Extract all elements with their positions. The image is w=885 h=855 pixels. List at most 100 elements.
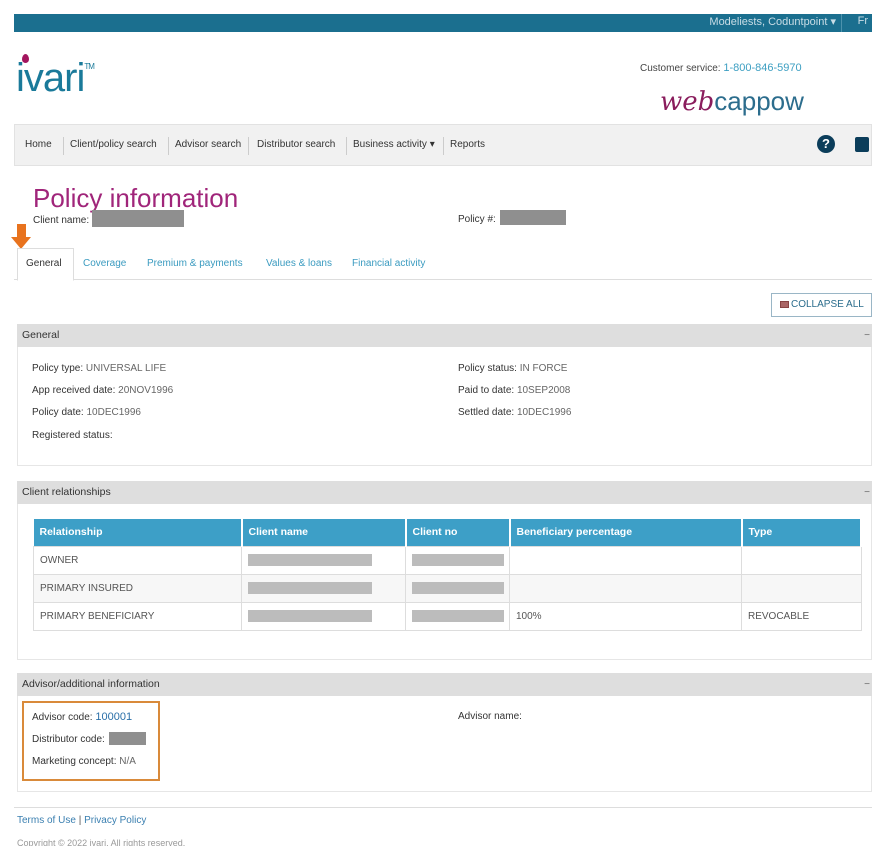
- top-bar-divider: [841, 14, 842, 32]
- policy-date-value: 10DEC1996: [86, 407, 141, 418]
- type-cell: REVOCABLE: [741, 601, 862, 631]
- tab-coverage[interactable]: Coverage: [83, 258, 126, 269]
- type-cell: [741, 545, 862, 575]
- nav-distributor-search[interactable]: Distributor search: [257, 139, 335, 150]
- advisor-name-label: Advisor name:: [458, 711, 522, 722]
- paid-to-field: Paid to date: 10SEP2008: [458, 385, 570, 396]
- tab-bar: General Coverage Premium & payments Valu…: [14, 248, 872, 281]
- percentage-cell: 100%: [509, 601, 742, 631]
- nav-advisor-search[interactable]: Advisor search: [175, 139, 241, 150]
- redacted-bar: [412, 582, 504, 594]
- customer-service-phone[interactable]: 1-800-846-5970: [723, 62, 801, 74]
- percentage-cell: [509, 573, 742, 603]
- tab-premium-payments[interactable]: Premium & payments: [147, 258, 243, 269]
- footer-separator: |: [78, 815, 82, 826]
- nav-divider: [248, 137, 249, 155]
- col-client-no[interactable]: Client no: [405, 519, 511, 546]
- col-client-name[interactable]: Client name: [241, 519, 407, 546]
- top-bar: Modeliests, Coduntpoint ▾ Fr: [14, 14, 872, 32]
- nav-business-activity[interactable]: Business activity ▾: [353, 139, 435, 150]
- marketing-concept-field: Marketing concept: N/A: [32, 756, 136, 767]
- distributor-code-field: Distributor code:: [32, 734, 105, 745]
- policy-date-label: Policy date:: [32, 407, 84, 418]
- policy-number-label: Policy #:: [458, 214, 496, 225]
- client-no-cell[interactable]: [405, 573, 510, 603]
- redacted-bar: [248, 554, 372, 566]
- distributor-code-label: Distributor code:: [32, 734, 105, 745]
- language-toggle[interactable]: Fr: [858, 15, 868, 27]
- tab-financial-activity[interactable]: Financial activity: [352, 258, 425, 269]
- help-icon[interactable]: ?: [817, 135, 835, 153]
- terms-link[interactable]: Terms of Use: [17, 815, 76, 826]
- nav-divider: [443, 137, 444, 155]
- privacy-link[interactable]: Privacy Policy: [84, 815, 146, 826]
- app-received-field: App received date: 20NOV1996: [32, 385, 173, 396]
- collapse-all-label: COLLAPSE ALL: [791, 299, 864, 310]
- minus-icon[interactable]: −: [864, 324, 870, 347]
- marketing-concept-label: Marketing concept:: [32, 756, 117, 767]
- policy-type-label: Policy type:: [32, 363, 84, 374]
- col-type[interactable]: Type: [741, 519, 862, 546]
- client-name-cell[interactable]: [241, 573, 406, 603]
- table-row: OWNER: [33, 545, 862, 575]
- nav-home[interactable]: Home: [25, 139, 52, 150]
- advisor-section-header[interactable]: Advisor/additional information −: [17, 673, 872, 696]
- nav-client-policy-search[interactable]: Client/policy search: [70, 139, 157, 150]
- settled-date-value: 10DEC1996: [516, 407, 572, 418]
- paid-to-label: Paid to date:: [458, 385, 515, 396]
- book-icon[interactable]: [855, 137, 869, 152]
- advisor-code-label: Advisor code:: [32, 712, 93, 723]
- relationship-cell: PRIMARY BENEFICIARY: [33, 601, 242, 631]
- redacted-bar: [412, 554, 504, 566]
- client-no-cell[interactable]: [405, 545, 510, 575]
- col-relationship[interactable]: Relationship: [33, 519, 243, 546]
- client-relationships-title: Client relationships: [22, 486, 111, 498]
- footer-divider: [14, 807, 872, 808]
- policy-status-field: Policy status: IN FORCE: [458, 363, 567, 374]
- client-no-cell[interactable]: [405, 601, 510, 631]
- policy-status-label: Policy status:: [458, 363, 517, 374]
- footer-links: Terms of Use | Privacy Policy: [17, 815, 146, 826]
- policy-type-value: UNIVERSAL LIFE: [85, 363, 167, 374]
- client-relationships-header[interactable]: Client relationships −: [17, 481, 872, 504]
- collapse-all-button[interactable]: COLLAPSE ALL: [771, 293, 872, 317]
- user-menu[interactable]: Modeliests, Coduntpoint ▾: [709, 15, 836, 28]
- down-arrow-icon: [17, 224, 26, 237]
- app-received-label: App received date:: [32, 385, 116, 396]
- client-name-label: Client name:: [33, 215, 90, 226]
- advisor-code-link[interactable]: 100001: [95, 711, 132, 723]
- relationship-cell: PRIMARY INSURED: [33, 573, 242, 603]
- collapse-icon: [780, 300, 789, 308]
- client-name-cell[interactable]: [241, 545, 406, 575]
- advisor-code-field: Advisor code: 100001: [32, 711, 132, 723]
- registered-status-label: Registered status:: [32, 430, 113, 441]
- minus-icon[interactable]: −: [864, 481, 870, 504]
- ivari-logo[interactable]: ivariTM: [16, 54, 95, 101]
- general-section-header[interactable]: General −: [17, 324, 872, 347]
- app-name-suffix: cappow: [714, 86, 804, 116]
- tab-values-loans[interactable]: Values & loans: [266, 258, 332, 269]
- client-name-cell[interactable]: [241, 601, 406, 631]
- table-row: PRIMARY INSURED: [33, 573, 862, 603]
- type-cell: [741, 573, 862, 603]
- general-section-title: General: [22, 329, 60, 341]
- advisor-section-title: Advisor/additional information: [22, 678, 160, 690]
- logo-dot: [22, 54, 29, 63]
- redacted-bar: [248, 582, 372, 594]
- settled-date-label: Settled date:: [458, 407, 515, 418]
- relationships-table: Relationship Client name Client no Benef…: [33, 519, 862, 631]
- nav-divider: [168, 137, 169, 155]
- policy-status-value: IN FORCE: [519, 363, 568, 374]
- client-name-redacted: [92, 210, 184, 227]
- table-header-row: Relationship Client name Client no Benef…: [33, 519, 862, 546]
- nav-reports[interactable]: Reports: [450, 139, 485, 150]
- table-row: PRIMARY BENEFICIARY 100% REVOCABLE: [33, 601, 862, 631]
- marketing-concept-value: N/A: [119, 756, 136, 767]
- tab-general[interactable]: General: [26, 258, 62, 269]
- col-beneficiary-percentage[interactable]: Beneficiary percentage: [509, 519, 743, 546]
- app-name-prefix: web: [660, 87, 715, 117]
- copyright-text: Copyright © 2022 ivari. All rights reser…: [17, 838, 186, 846]
- settled-date-field: Settled date: 10DEC1996: [458, 407, 571, 418]
- minus-icon[interactable]: −: [864, 673, 870, 696]
- percentage-cell: [509, 545, 742, 575]
